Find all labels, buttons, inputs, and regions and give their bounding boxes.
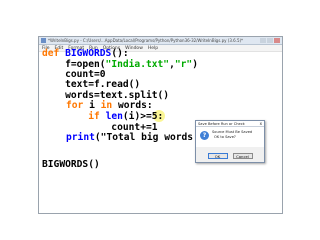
dialog-message-line-2: OK to Save? — [214, 135, 236, 139]
code-line-1: def BIGWORDS(): — [42, 49, 129, 59]
builtin-len: len — [105, 111, 123, 122]
code-line-7: if len(i)>=5: — [42, 112, 163, 122]
code-text: (): — [111, 48, 129, 59]
keyword-for: for — [66, 100, 84, 111]
builtin-print: print — [66, 132, 95, 143]
dialog-buttons: OK Cancel — [196, 153, 264, 159]
keyword-if: if — [88, 111, 100, 122]
dialog-title: Save Before Run or Check — [198, 121, 245, 126]
code-text: words: — [112, 100, 153, 111]
dialog-close-icon[interactable]: x — [260, 121, 262, 126]
code-text: ) — [192, 59, 198, 70]
keyword-def: def — [42, 48, 66, 59]
question-icon: ? — [200, 131, 209, 140]
cancel-button[interactable]: Cancel — [232, 153, 253, 159]
keyword-in: in — [100, 100, 113, 111]
code-line-9: print("Total big words > — [66, 133, 205, 143]
function-name: BIGWORDS — [65, 48, 112, 59]
string-literal: ("Total big words > — [94, 132, 205, 143]
dialog-body: ? Source Must Be Saved OK to Save? — [196, 127, 264, 147]
code-text: i — [83, 100, 101, 111]
code-line-4: text=f.read() — [42, 79, 141, 90]
ok-button[interactable]: OK — [207, 153, 228, 159]
code-text: (i)>=5: — [122, 111, 164, 122]
save-before-run-dialog: Save Before Run or Check x ? Source Must… — [195, 120, 265, 163]
code-line-6: for i in words: — [66, 101, 153, 111]
dialog-message: Source Must Be Saved OK to Save? — [212, 130, 252, 140]
code-line-12: BIGWORDS() — [42, 159, 100, 170]
string-literal: "India.txt" — [105, 59, 170, 70]
string-literal: "r" — [174, 59, 193, 70]
